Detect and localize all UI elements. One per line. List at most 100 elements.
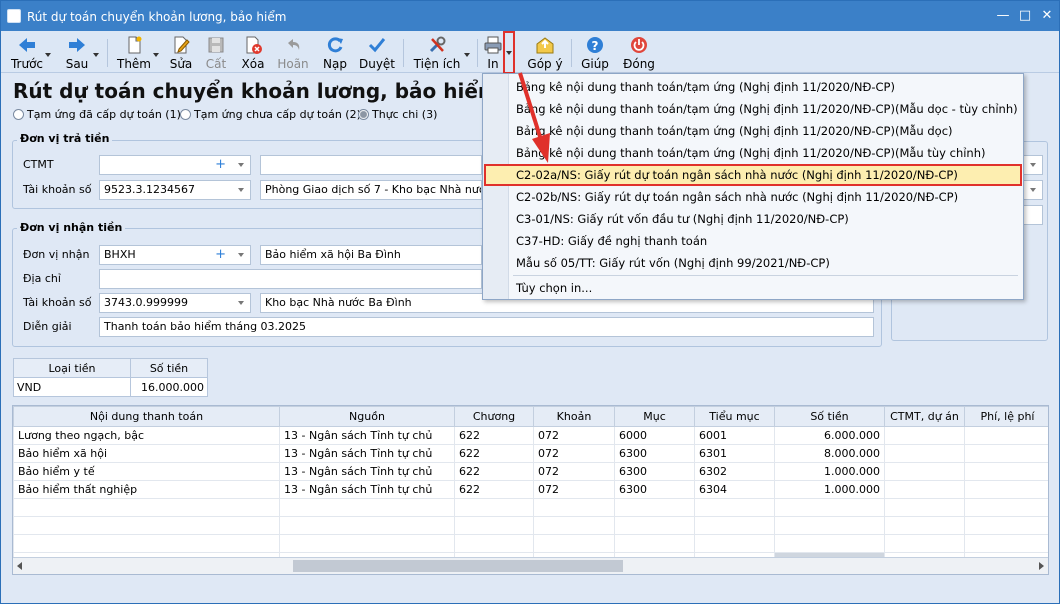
grid-cell[interactable]: 6.000.000 — [774, 426, 885, 445]
grid-cell[interactable]: 1.000.000 — [774, 462, 885, 481]
chevron-down-icon[interactable] — [238, 301, 244, 305]
grid-header[interactable]: Mục — [614, 406, 695, 427]
print-dropdown-button[interactable] — [503, 31, 515, 74]
grid-cell[interactable]: 6300 — [614, 462, 695, 481]
grid-header[interactable]: Tiểu mục — [694, 406, 775, 427]
grid-cell[interactable] — [964, 462, 1048, 481]
grid-cell[interactable]: 13 - Ngân sách Tỉnh tự chủ — [279, 480, 455, 499]
next-button[interactable]: Sau — [59, 33, 95, 71]
feedback-button[interactable]: Góp ý — [525, 33, 565, 71]
table-row[interactable]: Lương theo ngạch, bậc 13 - Ngân sách Tỉnh… — [13, 426, 1048, 445]
add-dropdown-icon[interactable] — [153, 51, 161, 59]
minimize-icon[interactable]: — — [993, 7, 1013, 25]
help-button[interactable]: ? Giúp — [579, 33, 611, 71]
scroll-left-icon[interactable] — [17, 562, 22, 570]
grid-cell[interactable] — [884, 462, 965, 481]
radio-actual-spend[interactable]: Thực chi (3) — [358, 108, 437, 121]
grid-cell[interactable]: 13 - Ngân sách Tỉnh tự chủ — [279, 444, 455, 463]
utilities-button[interactable]: Tiện ích — [411, 33, 463, 71]
grid-cell[interactable]: 6000 — [614, 426, 695, 445]
delete-button[interactable]: Xóa — [237, 33, 269, 71]
scrollbar-thumb[interactable] — [293, 560, 623, 572]
grid-cell[interactable]: 622 — [454, 480, 534, 499]
menu-item[interactable]: Bảng kê nội dung thanh toán/tạm ứng (Ngh… — [516, 77, 895, 97]
table-row[interactable]: Bảo hiểm y tế 13 - Ngân sách Tỉnh tự chủ 6… — [13, 462, 1048, 481]
grid-cell[interactable]: 6304 — [694, 480, 775, 499]
menu-item[interactable]: C2-02b/NS: Giấy rút dự toán ngân sách nh… — [516, 187, 958, 207]
right-panel-dropdown[interactable] — [1023, 180, 1043, 200]
grid-cell[interactable]: 13 - Ngân sách Tỉnh tự chủ — [279, 462, 455, 481]
scroll-right-icon[interactable] — [1039, 562, 1044, 570]
radio-advance-allocated[interactable]: Tạm ứng đã cấp dự toán (1) — [13, 108, 181, 121]
grid-cell[interactable]: Bảo hiểm y tế — [13, 462, 280, 481]
grid-cell[interactable] — [884, 426, 965, 445]
grid-header[interactable]: Khoản — [533, 406, 615, 427]
grid-cell[interactable]: 13 - Ngân sách Tỉnh tự chủ — [279, 426, 455, 445]
close-icon[interactable]: ✕ — [1037, 7, 1057, 25]
table-row[interactable]: Bảo hiểm xã hội 13 - Ngân sách Tỉnh tự ch… — [13, 444, 1048, 463]
menu-item[interactable]: Bảng kê nội dung thanh toán/tạm ứng (Ngh… — [516, 121, 953, 141]
grid-cell[interactable]: 8.000.000 — [774, 444, 885, 463]
menu-item[interactable]: Bảng kê nội dung thanh toán/tạm ứng (Ngh… — [516, 143, 986, 163]
approve-button[interactable]: Duyệt — [357, 33, 397, 71]
currency-cell[interactable]: VND — [13, 377, 131, 397]
menu-item[interactable]: C37-HD: Giấy đề nghị thanh toán — [516, 231, 707, 251]
utilities-dropdown-icon[interactable] — [464, 51, 472, 59]
grid-cell[interactable]: 622 — [454, 462, 534, 481]
table-row[interactable] — [13, 498, 1048, 517]
right-panel-field[interactable] — [1023, 205, 1043, 225]
close-button[interactable]: Đóng — [621, 33, 657, 71]
note-input[interactable]: Thanh toán bảo hiểm tháng 03.2025 — [99, 317, 874, 337]
grid-header[interactable]: Phí, lệ phí — [964, 406, 1048, 427]
address-input[interactable] — [99, 269, 482, 289]
next-dropdown-icon[interactable] — [93, 51, 101, 59]
chevron-down-icon[interactable] — [238, 253, 244, 257]
grid-cell[interactable]: 6301 — [694, 444, 775, 463]
grid-cell[interactable]: Bảo hiểm thất nghiệp — [13, 480, 280, 499]
right-panel-dropdown[interactable] — [1023, 155, 1043, 175]
payer-account-input[interactable]: 9523.3.1234567 — [99, 180, 251, 200]
grid-cell[interactable]: 072 — [533, 426, 615, 445]
prev-button[interactable]: Trước — [7, 33, 47, 71]
prev-dropdown-icon[interactable] — [45, 51, 53, 59]
grid-cell[interactable]: 622 — [454, 444, 534, 463]
grid-header[interactable]: Số tiền — [774, 406, 885, 427]
grid-cell[interactable]: 6300 — [614, 480, 695, 499]
table-row[interactable] — [13, 534, 1048, 553]
save-button[interactable]: Cất — [201, 33, 231, 71]
menu-item-print-options[interactable]: Tùy chọn in... — [516, 278, 592, 298]
add-button[interactable]: Thêm — [115, 33, 153, 71]
menu-item[interactable]: C3-01/NS: Giấy rút vốn đầu tư (Nghị định… — [516, 209, 849, 229]
grid-cell[interactable]: 622 — [454, 426, 534, 445]
grid-cell[interactable] — [964, 426, 1048, 445]
grid-cell[interactable]: Bảo hiểm xã hội — [13, 444, 280, 463]
horizontal-scrollbar[interactable] — [13, 557, 1048, 574]
grid-cell[interactable]: 072 — [533, 462, 615, 481]
grid-cell[interactable]: 6300 — [614, 444, 695, 463]
grid-cell[interactable]: 072 — [533, 444, 615, 463]
menu-item[interactable]: Bảng kê nội dung thanh toán/tạm ứng (Ngh… — [516, 99, 1018, 119]
grid-cell[interactable]: 6302 — [694, 462, 775, 481]
add-icon[interactable]: + — [215, 156, 226, 174]
grid-cell[interactable]: 072 — [533, 480, 615, 499]
radio-advance-unallocated[interactable]: Tạm ứng chưa cấp dự toán (2) — [180, 108, 361, 121]
grid-cell[interactable] — [964, 444, 1048, 463]
grid-cell[interactable] — [884, 480, 965, 499]
ctmt-input[interactable]: + — [99, 155, 251, 175]
grid-cell[interactable] — [964, 480, 1048, 499]
menu-item-selected[interactable]: C2-02a/NS: Giấy rút dự toán ngân sách nh… — [516, 165, 958, 185]
table-row[interactable] — [13, 516, 1048, 535]
add-icon[interactable]: + — [215, 246, 226, 264]
menu-item[interactable]: Mẫu số 05/TT: Giấy rút vốn (Nghị định 99… — [516, 253, 830, 273]
chevron-down-icon[interactable] — [238, 163, 244, 167]
grid-header[interactable]: Chương — [454, 406, 534, 427]
grid-header[interactable]: Nguồn — [279, 406, 455, 427]
grid-header[interactable]: Nội dung thanh toán — [13, 406, 280, 427]
grid-header[interactable]: CTMT, dự án — [884, 406, 965, 427]
postpone-button[interactable]: Hoãn — [275, 33, 311, 71]
reload-button[interactable]: Nạp — [319, 33, 351, 71]
payee-account-input[interactable]: 3743.0.999999 — [99, 293, 251, 313]
grid-cell[interactable]: Lương theo ngạch, bậc — [13, 426, 280, 445]
grid-cell[interactable] — [884, 444, 965, 463]
table-row[interactable]: Bảo hiểm thất nghiệp 13 - Ngân sách Tỉnh … — [13, 480, 1048, 499]
